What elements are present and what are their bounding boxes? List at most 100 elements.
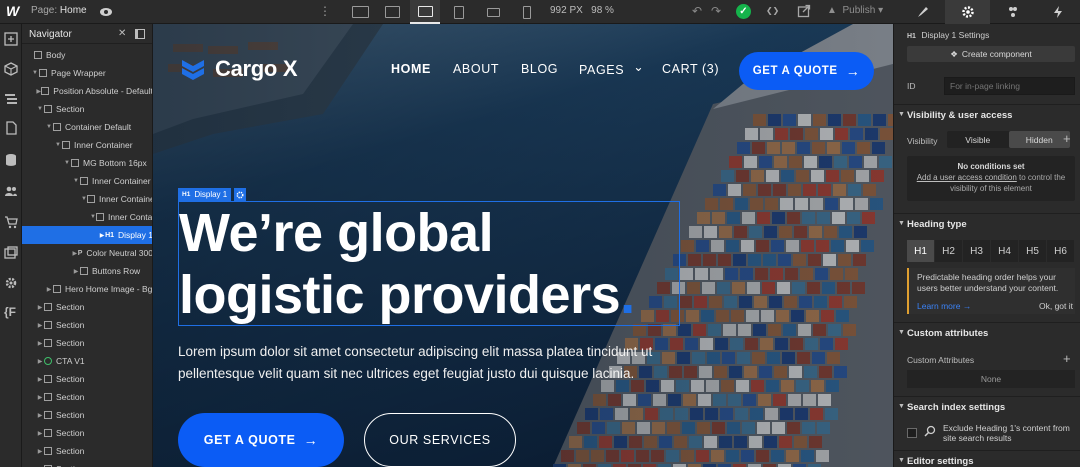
heading-h4-option[interactable]: H4 <box>991 240 1019 262</box>
caret-down-icon[interactable]: ▼ <box>36 106 44 112</box>
heading-h3-option[interactable]: H3 <box>963 240 991 262</box>
create-component-button[interactable]: ❖ Create component <box>907 46 1075 62</box>
caret-down-icon[interactable]: ▼ <box>63 160 71 166</box>
nav-link-home[interactable]: HOME <box>391 62 431 76</box>
navigator-item[interactable]: ▶Section <box>22 406 152 424</box>
navigator-item[interactable]: ▼ MG Bottom 16px <box>22 154 152 172</box>
breakpoint-desktop-large-icon[interactable] <box>345 0 375 24</box>
add-attribute-plus-icon[interactable]: + <box>1063 351 1071 366</box>
breakpoint-mobile-landscape-icon[interactable] <box>478 0 508 24</box>
element-settings-gear-icon[interactable] <box>234 188 246 201</box>
redo-icon[interactable]: ↷ <box>711 4 721 18</box>
navigator-item[interactable]: ▶Section <box>22 460 152 467</box>
navigator-item[interactable]: ▼ Container Default <box>22 118 152 136</box>
preview-eye-icon[interactable] <box>99 5 113 19</box>
navigator-item[interactable]: ▶Section <box>22 442 152 460</box>
users-icon[interactable] <box>4 184 18 198</box>
navigator-item[interactable]: ▶ Hero Home Image - Bg <box>22 280 152 298</box>
undo-icon[interactable]: ↶ <box>692 4 702 18</box>
breakpoint-desktop-base-icon[interactable] <box>410 0 440 24</box>
close-icon[interactable]: ✕ <box>118 28 126 39</box>
navigator-item[interactable]: ▶Section <box>22 388 152 406</box>
share-icon[interactable] <box>797 4 811 18</box>
publish-button[interactable]: ▲ Publish ▾ <box>827 5 883 16</box>
caret-right-icon[interactable]: ▶ <box>45 286 53 293</box>
caret-down-icon[interactable]: ▼ <box>72 178 80 184</box>
webflow-logo-icon[interactable]: W <box>6 3 20 21</box>
lightning-icon[interactable] <box>1035 0 1080 24</box>
status-check-icon[interactable]: ✓ <box>736 4 751 19</box>
add-condition-link[interactable]: Add a user access condition <box>917 173 1017 182</box>
navigator-item[interactable]: ▼Inner Container <box>22 172 152 190</box>
our-services-button[interactable]: OUR SERVICES <box>364 413 516 467</box>
navigator-item[interactable]: ▶Section <box>22 370 152 388</box>
navigator-item[interactable]: ▶ Buttons Row <box>22 262 152 280</box>
nav-link-blog[interactable]: BLOG <box>521 62 558 76</box>
visibility-hidden-option[interactable]: Hidden <box>1008 131 1070 148</box>
caret-right-icon[interactable]: ▶ <box>36 340 44 347</box>
hero-get-quote-button[interactable]: GET A QUOTE → <box>178 413 344 467</box>
heading-h1-option[interactable]: H1 <box>907 240 935 262</box>
navigator-item[interactable]: ▼Inner Container <box>22 208 152 226</box>
caret-right-icon[interactable]: ▶ <box>36 322 44 329</box>
heading-h5-option[interactable]: H5 <box>1019 240 1047 262</box>
heading-h2-option[interactable]: H2 <box>935 240 963 262</box>
navigator-item[interactable]: ▶ H1 Display 1 <box>22 226 152 244</box>
ecommerce-icon[interactable] <box>4 215 18 229</box>
hero-heading[interactable]: We’re global logistic providers. <box>179 202 679 326</box>
navigator-item[interactable]: ▼ Section <box>22 100 152 118</box>
navigator-item[interactable]: ▶Section <box>22 334 152 352</box>
navigator-item[interactable]: ▶ CTA V1 <box>22 352 152 370</box>
add-condition-plus-icon[interactable]: + <box>1063 131 1071 146</box>
navigator-icon[interactable] <box>4 92 18 106</box>
navigator-item[interactable]: Body <box>22 46 152 64</box>
breakpoint-tablet-icon[interactable] <box>444 0 474 24</box>
navigator-item[interactable]: ▶Section <box>22 298 152 316</box>
caret-right-icon[interactable]: ▶ <box>36 448 44 455</box>
caret-right-icon[interactable]: ▶ <box>36 304 44 311</box>
assets-icon[interactable] <box>4 246 18 260</box>
header-get-quote-button[interactable]: GET A QUOTE → <box>739 52 874 90</box>
hero-paragraph[interactable]: Lorem ipsum dolor sit amet consectetur a… <box>178 341 688 385</box>
breakpoint-mobile-portrait-icon[interactable] <box>512 0 542 24</box>
exclude-search-checkbox[interactable] <box>907 428 917 438</box>
site-logo[interactable]: Cargo X <box>180 56 298 82</box>
navigator-item[interactable]: ▶ P Color Neutral 300 <box>22 244 152 262</box>
search-index-section-header[interactable]: ▼ Search index settings <box>894 396 1080 416</box>
caret-right-icon[interactable]: ▶ <box>36 376 44 383</box>
navigator-item[interactable]: ▼Inner Container <box>22 136 152 154</box>
navigator-item[interactable]: ▼ Page Wrapper <box>22 64 152 82</box>
navigator-item[interactable]: ▶Section <box>22 424 152 442</box>
visibility-section-header[interactable]: ▼ Visibility & user access <box>894 104 1080 124</box>
cms-icon[interactable] <box>4 153 18 167</box>
pages-icon[interactable] <box>4 121 18 135</box>
more-options-icon[interactable]: ⋮ <box>319 4 331 18</box>
code-export-icon[interactable]: ❮❯ <box>766 4 779 17</box>
style-brush-icon[interactable] <box>900 0 945 24</box>
editor-settings-section-header[interactable]: ▼ Editor settings <box>894 450 1080 467</box>
nav-link-cart[interactable]: CART (3) <box>662 62 719 76</box>
navigator-item[interactable]: ▶ Position Absolute - Default <box>22 82 152 100</box>
nav-link-about[interactable]: ABOUT <box>453 62 499 76</box>
dock-panel-icon[interactable] <box>135 29 145 39</box>
add-icon[interactable] <box>4 32 18 46</box>
caret-down-icon[interactable]: ▼ <box>45 124 53 130</box>
learn-more-link[interactable]: Learn more → <box>917 301 971 311</box>
caret-right-icon[interactable]: ▶ <box>36 412 44 419</box>
ok-got-it-button[interactable]: Ok, got it <box>1039 301 1073 312</box>
settings-gear-icon[interactable] <box>945 0 990 24</box>
nav-link-pages[interactable]: PAGES ⌄ <box>579 60 644 77</box>
caret-down-icon[interactable]: ▼ <box>31 70 39 76</box>
selected-element-badge[interactable]: H1 Display 1 <box>178 188 232 201</box>
box-icon[interactable] <box>4 62 18 76</box>
caret-right-icon[interactable]: ▶ <box>36 394 44 401</box>
id-input[interactable] <box>944 77 1075 95</box>
caret-right-icon[interactable]: ▶ <box>36 358 44 365</box>
breakpoint-desktop-medium-icon[interactable] <box>377 0 407 24</box>
custom-attributes-section-header[interactable]: ▼ Custom attributes <box>894 322 1080 342</box>
interactions-icon[interactable] <box>990 0 1035 24</box>
caret-right-icon[interactable]: ▶ <box>36 430 44 437</box>
navigator-item[interactable]: ▶Section <box>22 316 152 334</box>
caret-right-icon[interactable]: ▶ <box>72 268 80 275</box>
design-canvas[interactable]: Cargo X HOME ABOUT BLOG PAGES ⌄ CART (3)… <box>153 24 893 467</box>
